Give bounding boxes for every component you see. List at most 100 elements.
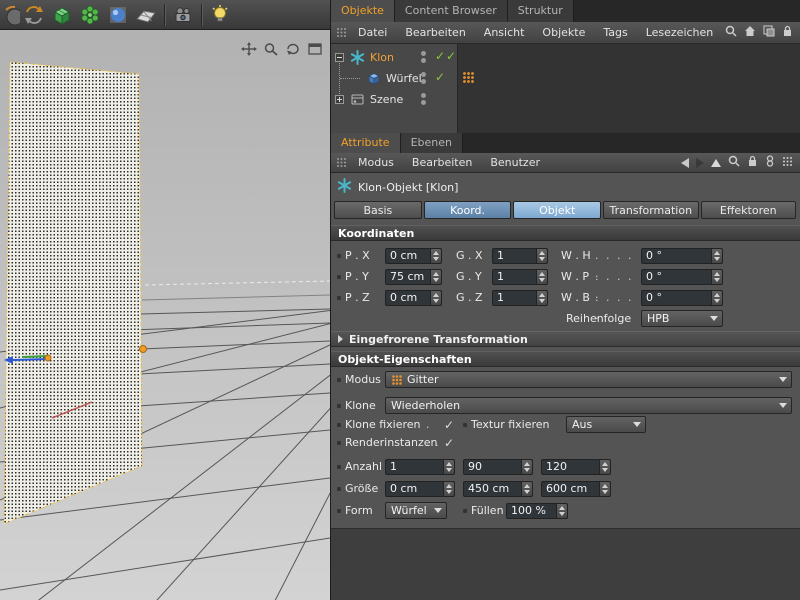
fuellen-input[interactable]: 100 % <box>506 503 568 519</box>
plane-object-icon[interactable] <box>132 2 160 28</box>
menu-benutzer[interactable]: Benutzer <box>481 156 549 169</box>
tab-content-browser[interactable]: Content Browser <box>395 0 508 22</box>
visibility-dots[interactable] <box>421 72 426 84</box>
array-object-icon[interactable] <box>76 2 104 28</box>
panel-grip-icon[interactable] <box>336 157 347 168</box>
home-icon[interactable] <box>744 25 756 40</box>
gx-input[interactable]: 1 <box>492 248 548 264</box>
renderinstanzen-checkbox[interactable]: ✓ <box>444 434 454 452</box>
py-input[interactable]: 75 cm <box>385 269 442 285</box>
metaball-icon[interactable] <box>104 2 132 28</box>
wp-input[interactable]: 0 ° <box>641 269 723 285</box>
tab-transformation[interactable]: Transformation <box>603 201 698 219</box>
object-label-wuerfel[interactable]: Würfel <box>386 72 422 85</box>
cube-object-icon[interactable] <box>366 71 381 86</box>
tree-row-wuerfel[interactable]: Würfel ✓ <box>331 68 800 88</box>
stepper-icon[interactable] <box>536 270 547 284</box>
stepper-icon[interactable] <box>599 482 610 496</box>
menu-modus[interactable]: Modus <box>349 156 403 169</box>
rotate-view-icon[interactable] <box>284 41 302 56</box>
tab-koord[interactable]: Koord. <box>424 201 512 219</box>
lock-icon[interactable] <box>747 155 758 170</box>
viewport[interactable] <box>0 30 330 600</box>
stepper-icon[interactable] <box>443 482 454 496</box>
light-icon[interactable] <box>206 2 234 28</box>
link-icon[interactable] <box>765 155 775 170</box>
menu-lesezeichen[interactable]: Lesezeichen <box>637 26 723 39</box>
lock-icon[interactable] <box>782 25 793 40</box>
stepper-icon[interactable] <box>430 291 441 305</box>
subdivision-cube-icon[interactable] <box>48 2 76 28</box>
enable-check[interactable]: ✓ <box>435 70 445 84</box>
groesse-y-input[interactable]: 450 cm <box>463 481 533 497</box>
parent-up-icon[interactable] <box>711 159 721 167</box>
stepper-icon[interactable] <box>536 249 547 263</box>
tab-attribute[interactable]: Attribute <box>331 133 401 153</box>
pan-icon[interactable] <box>240 41 258 56</box>
visibility-dots[interactable] <box>421 51 426 63</box>
gy-input[interactable]: 1 <box>492 269 548 285</box>
tab-ebenen[interactable]: Ebenen <box>401 133 463 153</box>
tab-effektoren[interactable]: Effektoren <box>701 201 796 219</box>
enable-check[interactable]: ✓ <box>435 49 445 63</box>
px-input[interactable]: 0 cm <box>385 248 442 264</box>
panel-grip-icon[interactable] <box>336 27 347 38</box>
menu-tags[interactable]: Tags <box>594 26 636 39</box>
object-label-szene[interactable]: Szene <box>370 93 403 106</box>
menu-ansicht[interactable]: Ansicht <box>475 26 534 39</box>
order-dropdown[interactable]: HPB <box>641 310 723 327</box>
visibility-dots[interactable] <box>421 93 426 105</box>
history-forward-icon[interactable] <box>696 158 704 168</box>
modus-dropdown[interactable]: Gitter <box>385 371 792 388</box>
tab-objekte[interactable]: Objekte <box>331 0 395 22</box>
tab-struktur[interactable]: Struktur <box>508 0 574 22</box>
groesse-x-input[interactable]: 0 cm <box>385 481 455 497</box>
matrix-tag-icon[interactable] <box>462 71 475 84</box>
klone-fixieren-checkbox[interactable]: ✓ <box>444 416 454 434</box>
gz-input[interactable]: 1 <box>492 290 548 306</box>
stepper-icon[interactable] <box>711 249 722 263</box>
menu-datei[interactable]: Datei <box>349 26 396 39</box>
stepper-icon[interactable] <box>599 460 610 474</box>
wb-input[interactable]: 0 ° <box>641 290 723 306</box>
stepper-icon[interactable] <box>536 291 547 305</box>
frozen-transformation-group[interactable]: Eingefrorene Transformation <box>331 331 800 347</box>
anzahl-z-input[interactable]: 120 <box>541 459 611 475</box>
tree-row-szene[interactable]: Szene <box>331 89 800 109</box>
wh-input[interactable]: 0 ° <box>641 248 723 264</box>
object-label-klon[interactable]: Klon <box>370 51 394 64</box>
history-back-icon[interactable] <box>681 158 689 168</box>
zoom-icon[interactable] <box>262 41 280 56</box>
textur-fixieren-dropdown[interactable]: Aus <box>566 416 646 433</box>
menu-bearbeiten[interactable]: Bearbeiten <box>396 26 474 39</box>
window-icon[interactable] <box>763 25 775 40</box>
selection-tool-icon[interactable] <box>0 2 20 28</box>
settings-grid-icon[interactable] <box>782 156 793 170</box>
stepper-icon[interactable] <box>521 460 532 474</box>
rotate-arrows-icon[interactable] <box>20 2 48 28</box>
tab-basis[interactable]: Basis <box>334 201 422 219</box>
scene-object-icon[interactable] <box>350 92 365 107</box>
stepper-icon[interactable] <box>521 482 532 496</box>
stepper-icon[interactable] <box>430 270 441 284</box>
expand-icon[interactable] <box>335 95 344 104</box>
anzahl-y-input[interactable]: 90 <box>463 459 533 475</box>
klone-dropdown[interactable]: Wiederholen <box>385 397 792 414</box>
tree-row-klon[interactable]: Klon ✓ ✓ <box>331 47 800 67</box>
search-icon[interactable] <box>728 155 740 170</box>
stepper-icon[interactable] <box>430 249 441 263</box>
stepper-icon[interactable] <box>711 291 722 305</box>
tab-objekt[interactable]: Objekt <box>513 201 601 219</box>
search-icon[interactable] <box>725 25 737 40</box>
groesse-z-input[interactable]: 600 cm <box>541 481 611 497</box>
pz-input[interactable]: 0 cm <box>385 290 442 306</box>
cloner-object-icon[interactable] <box>350 50 365 65</box>
stepper-icon[interactable] <box>443 460 454 474</box>
maximize-view-icon[interactable] <box>306 41 324 56</box>
stepper-icon[interactable] <box>556 504 567 518</box>
stepper-icon[interactable] <box>711 270 722 284</box>
enable-check[interactable]: ✓ <box>446 49 456 63</box>
camera-icon[interactable] <box>169 2 197 28</box>
collapse-icon[interactable] <box>335 53 344 62</box>
anzahl-x-input[interactable]: 1 <box>385 459 455 475</box>
